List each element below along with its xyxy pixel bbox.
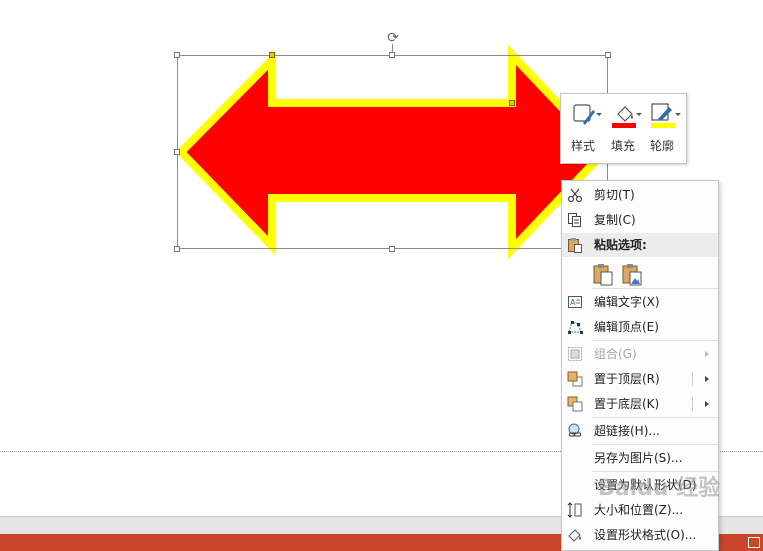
edit-text-icon: A [568, 296, 582, 308]
menu-item-copy[interactable]: 复制(C) [562, 208, 718, 232]
svg-text:A: A [570, 298, 576, 307]
group-icon [568, 347, 582, 361]
menu-separator [592, 444, 718, 445]
menu-separator [592, 417, 718, 418]
menu-separator [592, 288, 718, 289]
menu-item-set-default-shape-label: 设置为默认形状(D) [594, 478, 697, 492]
pen-outline-icon [651, 103, 675, 128]
resize-handle-top-right[interactable] [605, 52, 611, 58]
menu-item-size-position-label: 大小和位置(Z)... [594, 503, 684, 517]
menu-item-edit-text[interactable]: A 编辑文字(X) [562, 290, 718, 314]
style-caret-icon [596, 113, 602, 116]
menu-item-group: 组合(G) [562, 342, 718, 366]
paste-keep-formatting-button[interactable] [592, 262, 614, 286]
edit-points-icon [568, 321, 583, 334]
mini-toolbar: 样式 填充 轮廓 [560, 93, 687, 164]
menu-item-format-shape-label: 设置形状格式(O)... [594, 528, 697, 542]
bring-to-front-icon [567, 371, 583, 387]
menu-item-size-position[interactable]: 大小和位置(Z)... [562, 498, 718, 522]
resize-handle-bottom[interactable] [389, 246, 395, 252]
resize-handle-bottom-left[interactable] [174, 246, 180, 252]
menu-item-set-default-shape[interactable]: 设置为默认形状(D) [562, 473, 718, 497]
paste-keep-formatting-icon [593, 264, 613, 286]
paint-bucket-icon [612, 106, 636, 128]
menu-item-copy-label: 复制(C) [594, 213, 636, 227]
fill-label: 填充 [610, 139, 635, 153]
submenu-arrow-icon[interactable] [705, 401, 709, 407]
view-icon[interactable] [748, 537, 760, 548]
scissors-icon [567, 188, 583, 203]
fill-button[interactable]: 填充 [605, 98, 642, 158]
menu-item-bring-to-front[interactable]: 置于顶层(R) [562, 367, 718, 391]
outline-label: 轮廓 [649, 139, 674, 153]
format-shape-icon [568, 529, 581, 542]
menu-item-format-shape[interactable]: 设置形状格式(O)... [562, 523, 718, 547]
menu-item-cut-label: 剪切(T) [594, 188, 635, 202]
style-button[interactable]: 样式 [565, 98, 602, 158]
menu-item-edit-points[interactable]: 编辑顶点(E) [562, 315, 718, 339]
outline-caret-icon [675, 113, 681, 116]
menu-item-hyperlink[interactable]: 超链接(H)... [562, 419, 718, 443]
menu-item-send-to-back[interactable]: 置于底层(K) [562, 392, 718, 416]
style-label: 样式 [570, 139, 595, 153]
menu-header-paste-options: 粘贴选项: [562, 233, 718, 257]
menu-separator [592, 340, 718, 341]
paste-options-label: 粘贴选项: [594, 238, 647, 252]
resize-handle-left[interactable] [174, 149, 180, 155]
submenu-arrow-icon [705, 351, 709, 357]
copy-icon [568, 213, 581, 227]
menu-item-save-as-picture[interactable]: 另存为图片(S)... [562, 446, 718, 470]
resize-handle-top-left[interactable] [174, 52, 180, 58]
selection-box [177, 55, 608, 249]
hyperlink-icon [568, 423, 582, 437]
menu-item-edit-text-label: 编辑文字(X) [594, 295, 660, 309]
rotate-handle-icon[interactable]: ⟳ [386, 31, 400, 45]
menu-item-edit-points-label: 编辑顶点(E) [594, 320, 659, 334]
send-to-back-icon [567, 396, 583, 412]
outline-button[interactable]: 轮廓 [644, 98, 681, 158]
paste-icon [568, 238, 582, 253]
shape-style-icon [573, 104, 595, 125]
split-separator [692, 372, 693, 386]
split-separator [692, 397, 693, 411]
menu-item-save-as-picture-label: 另存为图片(S)... [594, 451, 683, 465]
menu-item-group-label: 组合(G) [594, 347, 637, 361]
adjust-handle-head[interactable] [269, 52, 275, 58]
menu-item-bring-to-front-label: 置于顶层(R) [594, 372, 660, 386]
fill-caret-icon [636, 113, 642, 116]
size-position-icon [567, 502, 582, 518]
context-menu: 剪切(T) 复制(C) 粘贴选项: A 编辑文字(X) 编辑顶点(E) 组合(G… [561, 180, 719, 551]
menu-item-hyperlink-label: 超链接(H)... [594, 424, 660, 438]
paste-as-picture-icon [622, 264, 642, 286]
adjust-handle-shaft[interactable] [509, 100, 515, 106]
submenu-arrow-icon[interactable] [705, 376, 709, 382]
menu-item-send-to-back-label: 置于底层(K) [594, 397, 660, 411]
menu-separator [592, 471, 718, 472]
menu-item-cut[interactable]: 剪切(T) [562, 183, 718, 207]
resize-handle-top[interactable] [389, 52, 395, 58]
paste-as-picture-button[interactable] [621, 262, 643, 286]
